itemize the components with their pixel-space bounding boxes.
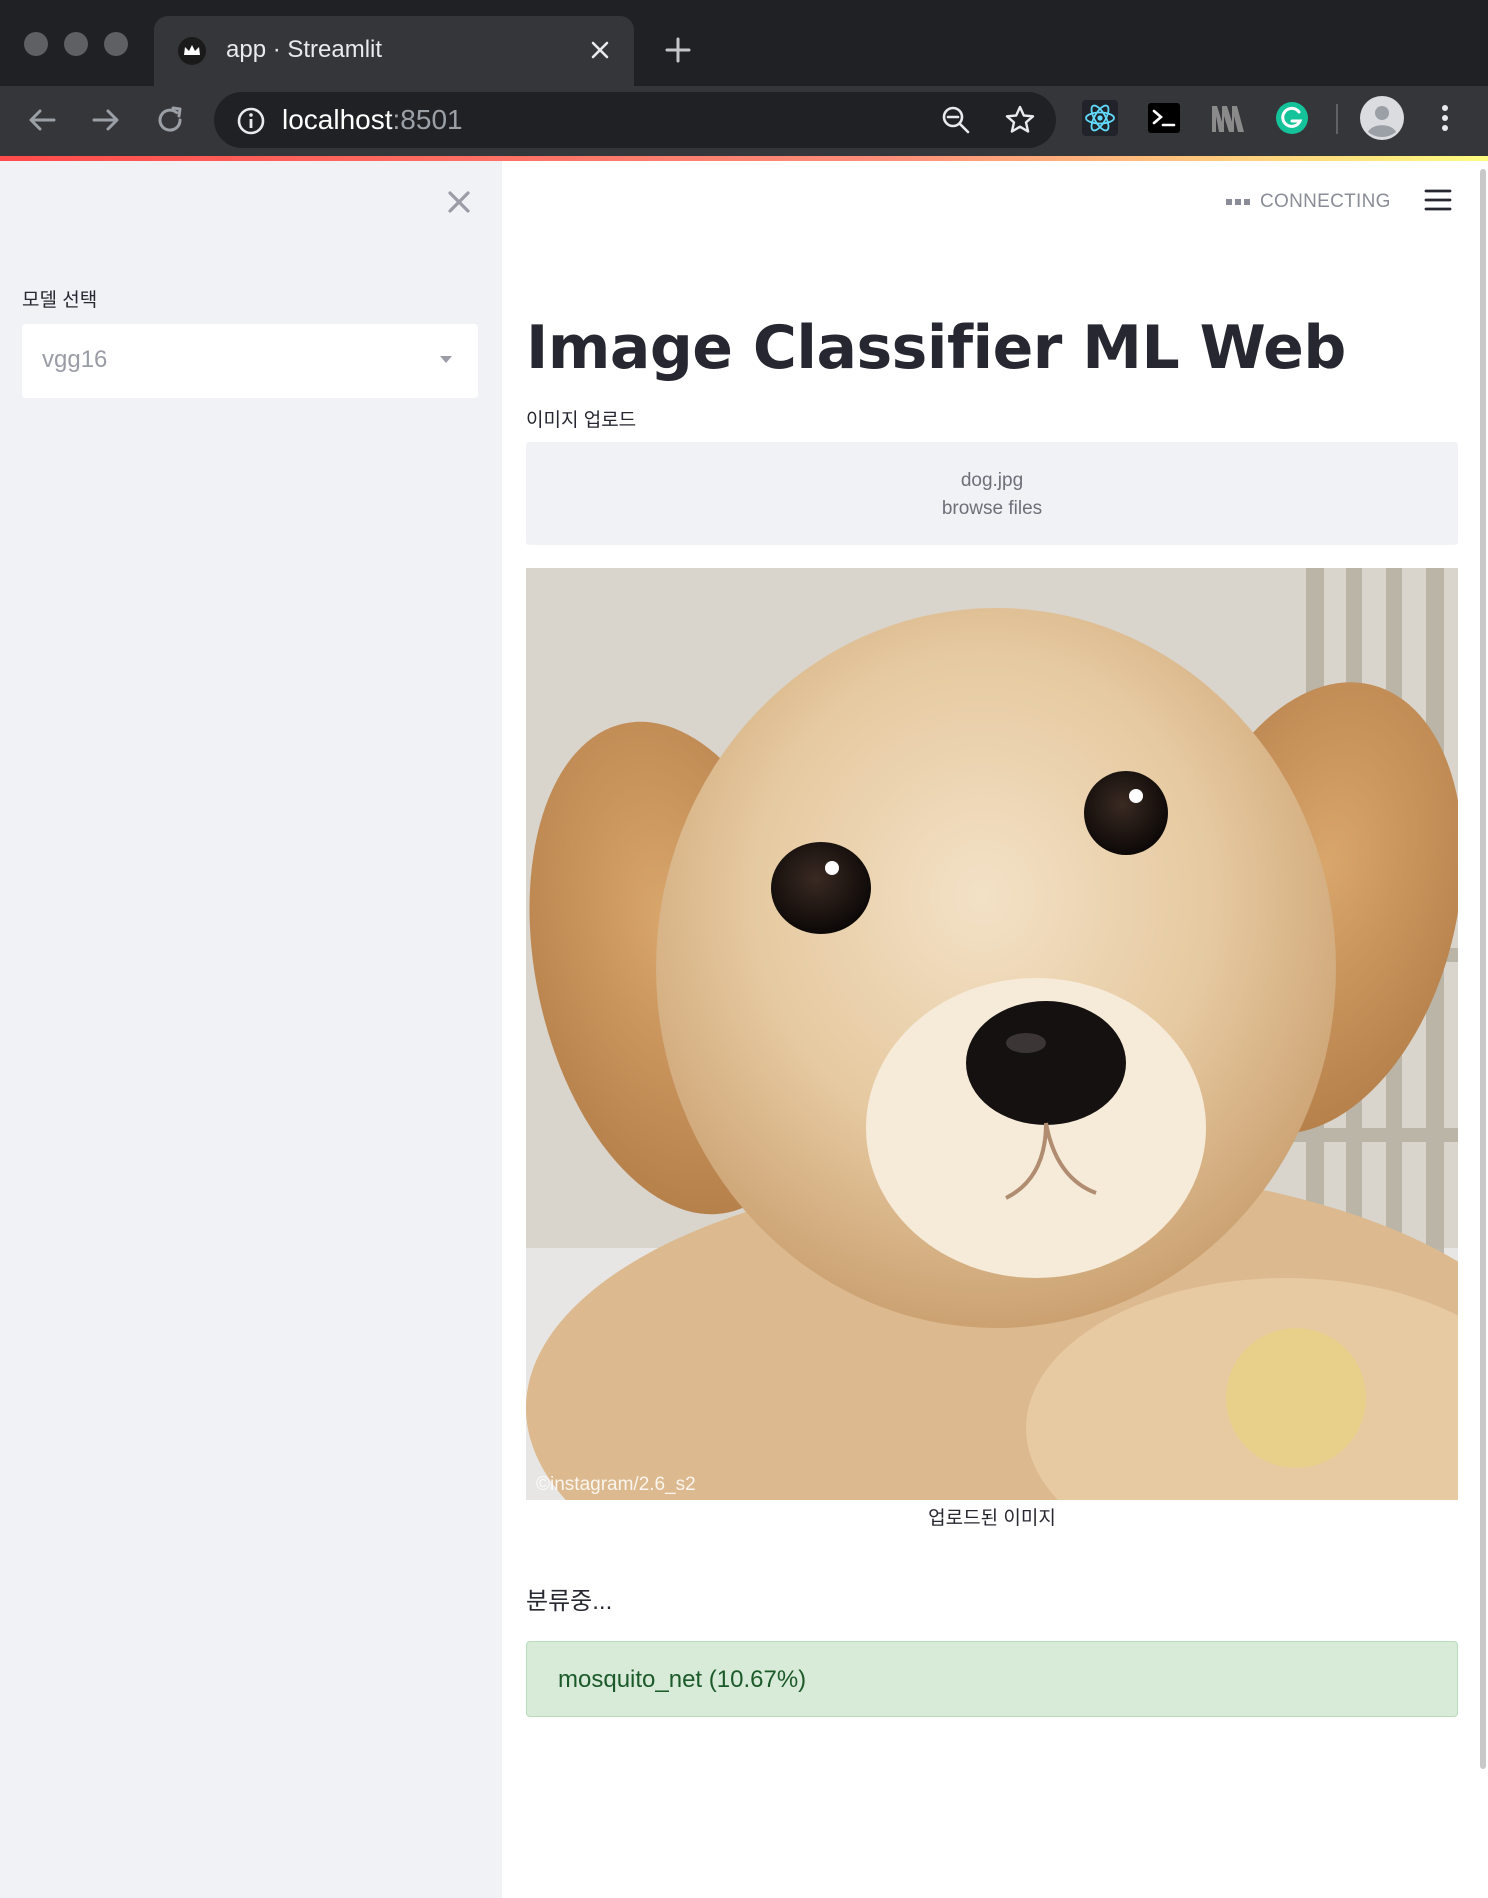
profile-avatar-icon[interactable]	[1360, 96, 1404, 140]
image-credit: ©instagram/2.6_s2	[536, 1474, 696, 1495]
model-select-value: vgg16	[42, 346, 108, 373]
uploaded-image: ©instagram/2.6_s2	[526, 568, 1458, 1500]
window-minimize-button[interactable]	[64, 32, 88, 56]
close-tab-icon[interactable]	[586, 36, 614, 64]
page-scrollbar[interactable]	[1478, 161, 1488, 1898]
status-text: CONNECTING	[1260, 191, 1391, 212]
streamlit-crown-icon	[178, 37, 206, 65]
back-arrow-icon[interactable]	[24, 102, 60, 138]
model-select[interactable]: vgg16	[22, 324, 478, 398]
uploaded-file-name: dog.jpg	[960, 470, 1024, 491]
chevron-down-icon	[440, 356, 452, 363]
window-maximize-button[interactable]	[104, 32, 128, 56]
model-select-label: 모델 선택	[22, 290, 98, 311]
url-port: :8501	[392, 104, 463, 135]
reload-icon[interactable]	[152, 102, 188, 138]
address-bar[interactable]: localhost:8501	[214, 92, 1056, 148]
tab-title: app · Streamlit	[226, 36, 383, 63]
mendeley-extension-icon[interactable]	[1210, 100, 1246, 136]
toolbar-divider	[1336, 104, 1338, 134]
classification-result-text: mosquito_net (10.67%)	[558, 1666, 807, 1693]
browser-chrome: app · Streamlit localhost:8501	[0, 0, 1488, 160]
page-title: Image Classifier ML Web	[526, 313, 1346, 383]
zoom-out-icon[interactable]	[940, 104, 972, 136]
url-host: localhost	[282, 104, 393, 135]
browser-menu-icon[interactable]	[1430, 100, 1466, 136]
browser-tab[interactable]: app · Streamlit	[154, 16, 634, 86]
terminal-extension-icon[interactable]	[1146, 100, 1182, 136]
upload-label: 이미지 업로드	[526, 410, 637, 431]
connection-status: CONNECTING	[1226, 187, 1391, 217]
site-info-icon[interactable]	[236, 106, 266, 136]
new-tab-icon[interactable]	[662, 34, 694, 66]
url-text: localhost:8501	[282, 104, 463, 136]
browse-files-link[interactable]: browse files	[526, 498, 1458, 520]
close-sidebar-icon[interactable]	[446, 189, 472, 215]
file-uploader-dropzone[interactable]: dog.jpg browse files	[526, 442, 1458, 545]
scrollbar-thumb[interactable]	[1480, 169, 1486, 1769]
hamburger-menu-icon[interactable]	[1424, 187, 1452, 213]
tab-strip: app · Streamlit	[0, 0, 1488, 86]
classification-result-alert: mosquito_net (10.67%)	[526, 1641, 1458, 1717]
main-content: CONNECTING Image Classifier ML Web 이미지 업…	[502, 161, 1488, 1898]
image-caption: 업로드된 이미지	[928, 1508, 1056, 1529]
grammarly-extension-icon[interactable]	[1274, 100, 1310, 136]
classification-progress-text: 분류중...	[526, 1588, 613, 1615]
connecting-dots-icon	[1226, 199, 1250, 205]
sidebar: 모델 선택 vgg16	[0, 161, 502, 1898]
bookmark-star-icon[interactable]	[1004, 104, 1036, 136]
forward-arrow-icon[interactable]	[88, 102, 124, 138]
window-close-button[interactable]	[24, 32, 48, 56]
react-devtools-icon[interactable]	[1082, 100, 1118, 136]
